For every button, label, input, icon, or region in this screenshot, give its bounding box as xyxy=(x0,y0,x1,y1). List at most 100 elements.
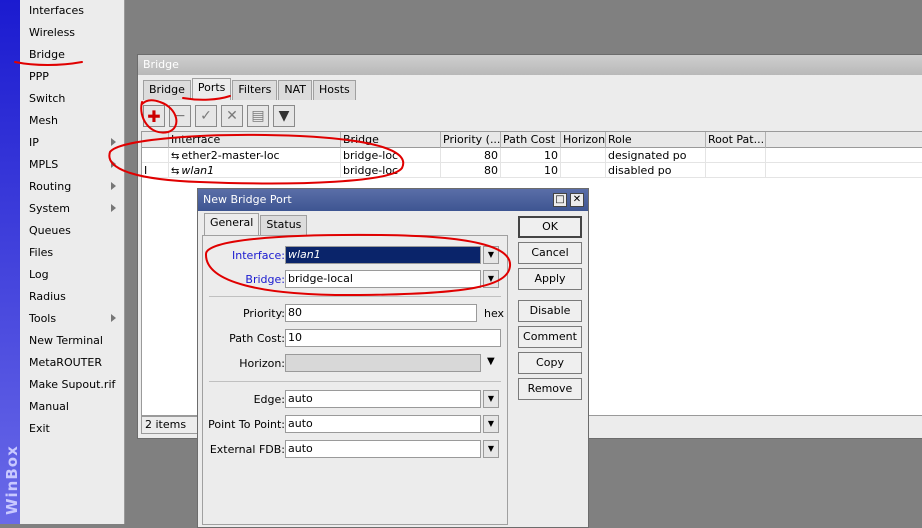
chevron-down-icon[interactable]: ▼ xyxy=(487,356,495,367)
edge-select[interactable]: auto xyxy=(285,390,481,408)
menu-item-label: Queues xyxy=(29,224,71,237)
menu-item-label: IP xyxy=(29,136,39,149)
menu-item-mesh[interactable]: Mesh xyxy=(20,110,124,132)
tab-bridge[interactable]: Bridge xyxy=(143,80,191,100)
menu-item-label: PPP xyxy=(29,70,49,83)
winbox-logo: WinBox xyxy=(3,445,21,515)
comment-button[interactable]: Comment xyxy=(518,326,582,348)
chevron-down-icon[interactable]: ▼ xyxy=(483,246,499,264)
table-cell-interface: ⇆ wlan1 xyxy=(169,163,341,178)
external-fdb-row: External FDB: auto ▼ xyxy=(203,440,503,460)
menu-item-bridge[interactable]: Bridge xyxy=(20,44,124,66)
apply-button[interactable]: Apply xyxy=(518,268,582,290)
table-cell-root-path xyxy=(706,163,766,178)
tab-nat[interactable]: NAT xyxy=(278,80,313,100)
chevron-down-icon[interactable]: ▼ xyxy=(483,270,499,288)
menu-item-label: System xyxy=(29,202,71,215)
external-fdb-label: External FDB: xyxy=(209,443,285,456)
table-cell-flag: I xyxy=(142,163,169,178)
menu-item-files[interactable]: Files xyxy=(20,242,124,264)
copy-button[interactable]: Copy xyxy=(518,352,582,374)
menu-item-routing[interactable]: Routing xyxy=(20,176,124,198)
table-cell-bridge: bridge-loc xyxy=(341,148,441,163)
priority-field[interactable]: 80 xyxy=(285,304,477,322)
disable-icon[interactable]: ✕ xyxy=(221,105,243,127)
interface-icon: ⇆ xyxy=(171,166,180,177)
horizon-field[interactable] xyxy=(285,354,481,372)
column-header[interactable]: Path Cost xyxy=(501,132,561,148)
menu-item-label: MetaROUTER xyxy=(29,356,102,369)
interface-icon: ⇆ xyxy=(171,151,180,162)
remove-button[interactable]: Remove xyxy=(518,378,582,400)
menu-item-wireless[interactable]: Wireless xyxy=(20,22,124,44)
menu-item-metarouter[interactable]: MetaROUTER xyxy=(20,352,124,374)
filter-icon[interactable]: ▼ xyxy=(273,105,295,127)
menu-item-new-terminal[interactable]: New Terminal xyxy=(20,330,124,352)
dialog-tabs: General Status xyxy=(204,213,308,235)
table-cell-horizon xyxy=(561,163,606,178)
chevron-down-icon[interactable]: ▼ xyxy=(483,440,499,458)
column-header[interactable]: Priority (... xyxy=(441,132,501,148)
cancel-button[interactable]: Cancel xyxy=(518,242,582,264)
menu-item-tools[interactable]: Tools xyxy=(20,308,124,330)
menu-item-label: Files xyxy=(29,246,54,259)
submenu-arrow-icon xyxy=(111,182,116,190)
table-row[interactable]: ⇆ ether2-master-loc bridge-loc 80 10 designat… xyxy=(142,148,922,163)
column-header[interactable]: Horizon xyxy=(561,132,606,148)
enable-icon[interactable]: ✓ xyxy=(195,105,217,127)
menu-item-ppp[interactable]: PPP xyxy=(20,66,124,88)
close-icon[interactable]: ✕ xyxy=(570,193,584,207)
ok-button[interactable]: OK xyxy=(518,216,582,238)
dialog-tab-status[interactable]: Status xyxy=(260,215,308,235)
menu-item-label: Bridge xyxy=(29,48,65,61)
menu-item-queues[interactable]: Queues xyxy=(20,220,124,242)
table-cell-root-path xyxy=(706,148,766,163)
menu-item-ip[interactable]: IP xyxy=(20,132,124,154)
chevron-down-icon[interactable]: ▼ xyxy=(483,390,499,408)
path-cost-field[interactable]: 10 xyxy=(285,329,501,347)
interface-row: Interface: wlan1 ▼ xyxy=(203,246,503,266)
menu-item-exit[interactable]: Exit xyxy=(20,418,124,440)
tab-ports[interactable]: Ports xyxy=(191,78,232,100)
menu-item-manual[interactable]: Manual xyxy=(20,396,124,418)
comment-icon[interactable]: ▤ xyxy=(247,105,269,127)
priority-unit: hex xyxy=(484,307,505,320)
general-panel: Interface: wlan1 ▼ Bridge: bridge-local … xyxy=(202,235,508,525)
remove-icon[interactable]: − xyxy=(169,105,191,127)
disable-button[interactable]: Disable xyxy=(518,300,582,322)
menu-item-log[interactable]: Log xyxy=(20,264,124,286)
horizon-row: Horizon: ▼ xyxy=(203,354,503,374)
table-cell-priority: 80 xyxy=(441,163,501,178)
column-header[interactable]: Role xyxy=(606,132,706,148)
column-header[interactable] xyxy=(142,132,169,148)
dialog-tab-general[interactable]: General xyxy=(204,213,260,235)
tab-hosts[interactable]: Hosts xyxy=(313,80,356,100)
chevron-down-icon[interactable]: ▼ xyxy=(483,415,499,433)
point-to-point-label: Point To Point: xyxy=(208,418,285,431)
column-header[interactable]: Root Pat... xyxy=(706,132,766,148)
table-row[interactable]: I ⇆ wlan1 bridge-loc 80 10 disabled po xyxy=(142,163,922,178)
external-fdb-select[interactable]: auto xyxy=(285,440,481,458)
interface-select[interactable]: wlan1 xyxy=(285,246,481,264)
menu-item-switch[interactable]: Switch xyxy=(20,88,124,110)
add-icon[interactable]: ✚ xyxy=(143,105,165,127)
menu-item-mpls[interactable]: MPLS xyxy=(20,154,124,176)
point-to-point-select[interactable]: auto xyxy=(285,415,481,433)
column-header[interactable]: Interface xyxy=(169,132,341,148)
dialog-titlebar[interactable]: New Bridge Port □ ✕ xyxy=(198,189,588,211)
interface-label: Interface: xyxy=(232,249,285,262)
maximize-icon[interactable]: □ xyxy=(553,193,567,207)
bridge-select[interactable]: bridge-local xyxy=(285,270,481,288)
edge-row: Edge: auto ▼ xyxy=(203,390,503,410)
column-header[interactable]: Bridge xyxy=(341,132,441,148)
menu-item-label: Manual xyxy=(29,400,69,413)
menu-item-make-supout-rif[interactable]: Make Supout.rif xyxy=(20,374,124,396)
menu-item-system[interactable]: System xyxy=(20,198,124,220)
priority-row: Priority: 80 hex xyxy=(203,304,505,324)
menu-item-radius[interactable]: Radius xyxy=(20,286,124,308)
bridge-window-title[interactable]: Bridge xyxy=(138,55,922,75)
menu-item-interfaces[interactable]: Interfaces xyxy=(20,0,124,22)
table-cell-flag xyxy=(142,148,169,163)
tab-filters[interactable]: Filters xyxy=(232,80,278,100)
winbox-brand-strip: WinBox xyxy=(0,0,21,524)
